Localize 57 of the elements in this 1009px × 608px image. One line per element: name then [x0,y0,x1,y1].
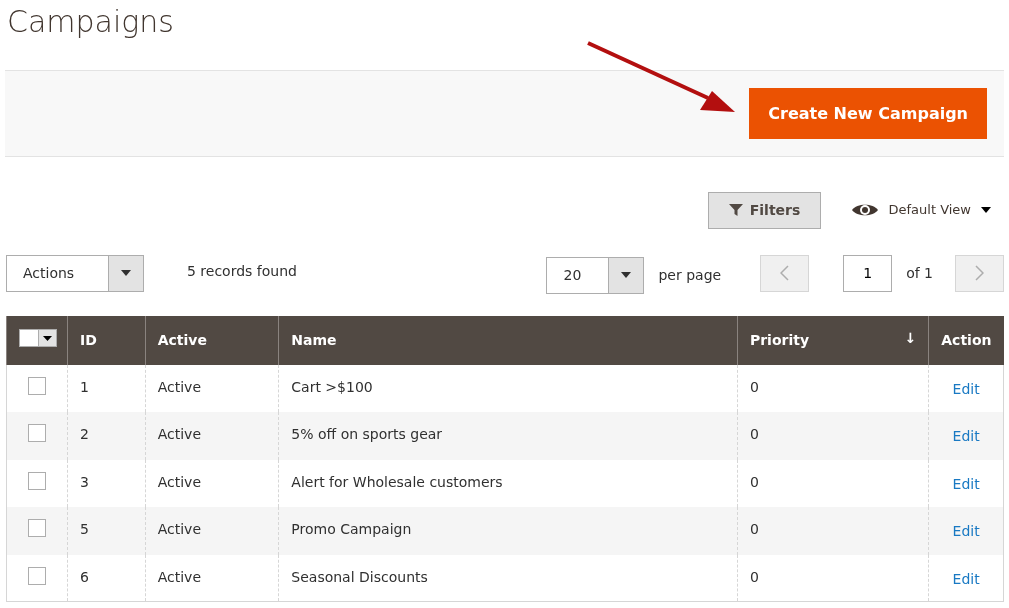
per-page-dropdown[interactable]: 20 [546,256,645,294]
previous-page-button[interactable] [760,254,810,292]
page-title: Campaigns [6,3,175,41]
table-cell: 3 [79,473,89,490]
next-page-button[interactable] [955,254,1004,292]
row-checkbox[interactable] [28,424,46,443]
column-header[interactable]: Name [291,332,337,348]
eye-icon [850,202,879,218]
view-label: Default View [888,201,971,220]
row-checkbox[interactable] [28,377,46,395]
table-cell: 0 [749,426,759,443]
create-campaign-button[interactable]: Create New Campaign [749,88,987,139]
row-checkbox[interactable] [28,519,46,538]
caret-icon [621,272,632,278]
table-cell: Active [157,379,201,395]
column-header[interactable]: Active [157,332,207,348]
page-count: of 1 [906,263,933,283]
table-cell: 1 [79,379,89,395]
chevron-left-icon [780,265,790,281]
table-cell: Active [157,426,201,443]
records-count: 5 records found [187,261,297,281]
edit-link[interactable]: Edit [952,428,980,445]
filter-icon [727,202,744,218]
table-cell: Active [157,521,201,538]
mass-select-control[interactable] [19,329,57,347]
table-cell: Promo Campaign [291,521,412,538]
table-cell: 0 [749,473,759,490]
table-cell: Cart >$100 [291,379,373,395]
sort-indicator: ↓ [904,329,917,348]
edit-link[interactable]: Edit [952,570,980,587]
table-cell: 6 [79,568,89,585]
table-cell: 0 [749,568,759,585]
table-cell: Active [157,568,201,585]
per-page-label: per page [658,265,722,285]
table-cell: 5 [79,521,89,538]
edit-link[interactable]: Edit [952,475,980,492]
caret-icon [981,207,991,213]
row-checkbox[interactable] [28,566,46,585]
table-cell: Active [157,473,201,490]
caret-icon [43,335,52,341]
edit-link[interactable]: Edit [952,381,980,397]
caret-icon [121,270,131,276]
filters-button[interactable]: Filters [707,191,821,229]
row-checkbox[interactable] [28,471,46,490]
column-header[interactable]: Priority [749,332,810,348]
table-cell: Seasonal Discounts [291,568,428,585]
column-header[interactable]: ID [79,332,97,348]
view-selector[interactable]: Default View [850,200,991,220]
table-cell: Alert for Wholesale customers [291,473,503,490]
chevron-right-icon [975,265,984,281]
table-cell: 5% off on sports gear [291,426,443,443]
edit-link[interactable]: Edit [952,523,980,540]
table-cell: 0 [749,379,759,395]
table-cell: 0 [749,521,759,538]
table-cell: 2 [79,426,89,443]
page-input[interactable]: 1 [843,254,893,292]
actions-dropdown[interactable]: Actions [6,254,144,292]
